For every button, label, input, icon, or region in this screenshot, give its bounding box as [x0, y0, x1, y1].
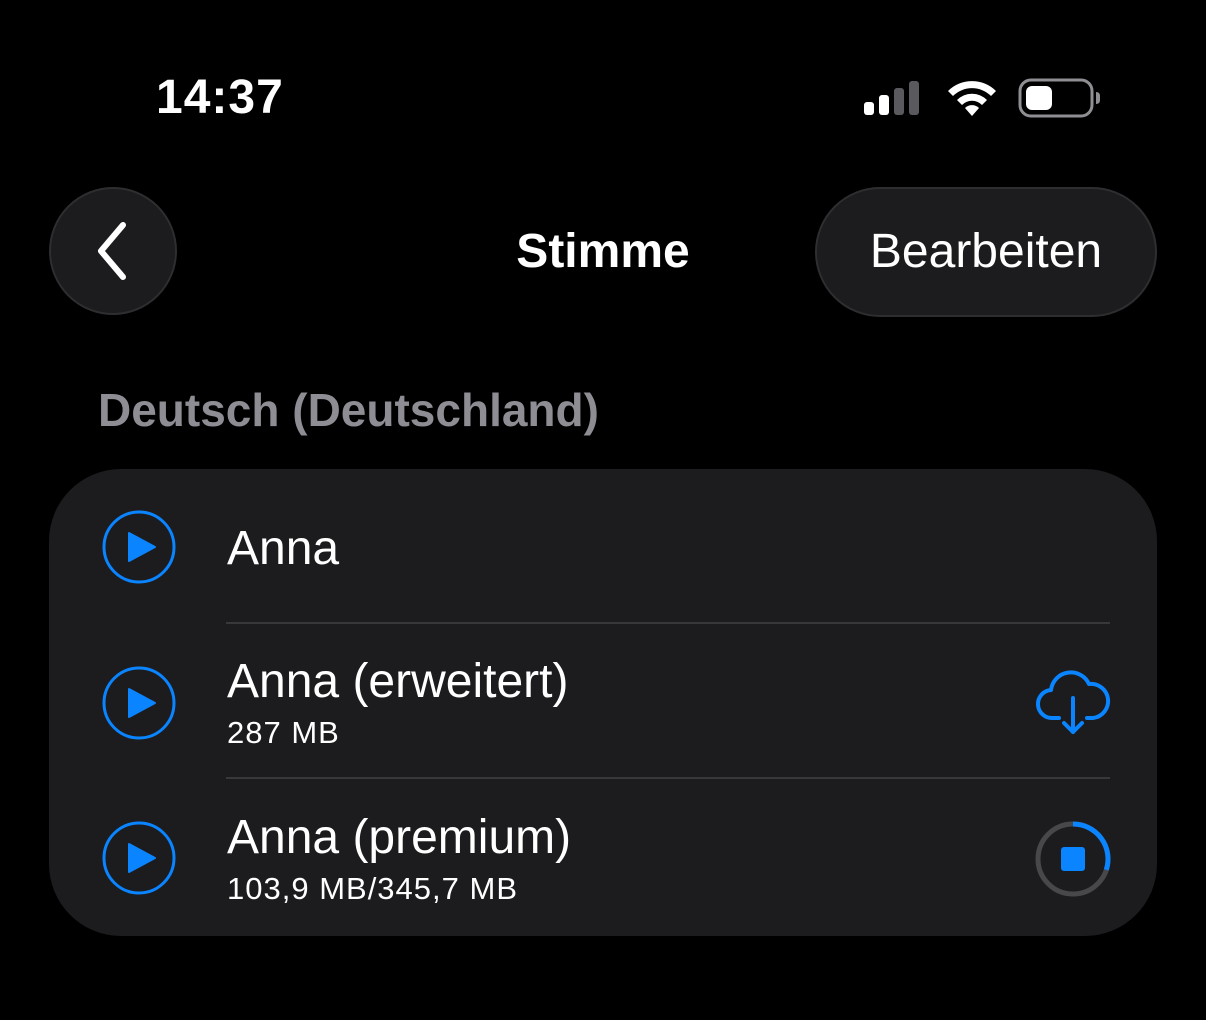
download-progress-stop-button[interactable] — [1033, 819, 1113, 899]
voice-row-anna-erweitert[interactable]: Anna (erweitert) 287 MB — [49, 624, 1157, 779]
voice-name: Anna — [227, 522, 340, 575]
voice-row-anna[interactable]: Anna — [49, 469, 1157, 624]
play-preview-button[interactable] — [102, 821, 176, 895]
voice-list: Anna Anna (erweitert) 287 MB Anna (premi… — [49, 469, 1157, 936]
play-preview-button[interactable] — [102, 666, 176, 740]
back-button[interactable] — [49, 187, 177, 315]
stop-icon — [1061, 847, 1085, 871]
cellular-signal-icon — [864, 81, 919, 115]
wifi-icon — [948, 81, 996, 116]
battery-icon — [1018, 78, 1100, 118]
section-header: Deutsch (Deutschland) — [98, 384, 599, 436]
chevron-left-icon — [98, 222, 126, 280]
voice-name: Anna (erweitert) — [227, 655, 569, 708]
voice-row-anna-premium[interactable]: Anna (premium) 103,9 MB/345,7 MB — [49, 779, 1157, 934]
navigation-bar: Stimme Bearbeiten — [0, 186, 1206, 318]
cloud-download-icon[interactable] — [1033, 662, 1113, 742]
edit-button[interactable]: Bearbeiten — [815, 187, 1157, 317]
status-time: 14:37 — [156, 71, 284, 124]
page-title: Stimme — [516, 225, 690, 278]
status-bar: 14:37 — [0, 0, 1206, 150]
voice-size: 103,9 MB/345,7 MB — [227, 871, 518, 906]
play-preview-button[interactable] — [102, 510, 176, 584]
voice-size: 287 MB — [227, 715, 340, 750]
voice-name: Anna (premium) — [227, 811, 572, 864]
